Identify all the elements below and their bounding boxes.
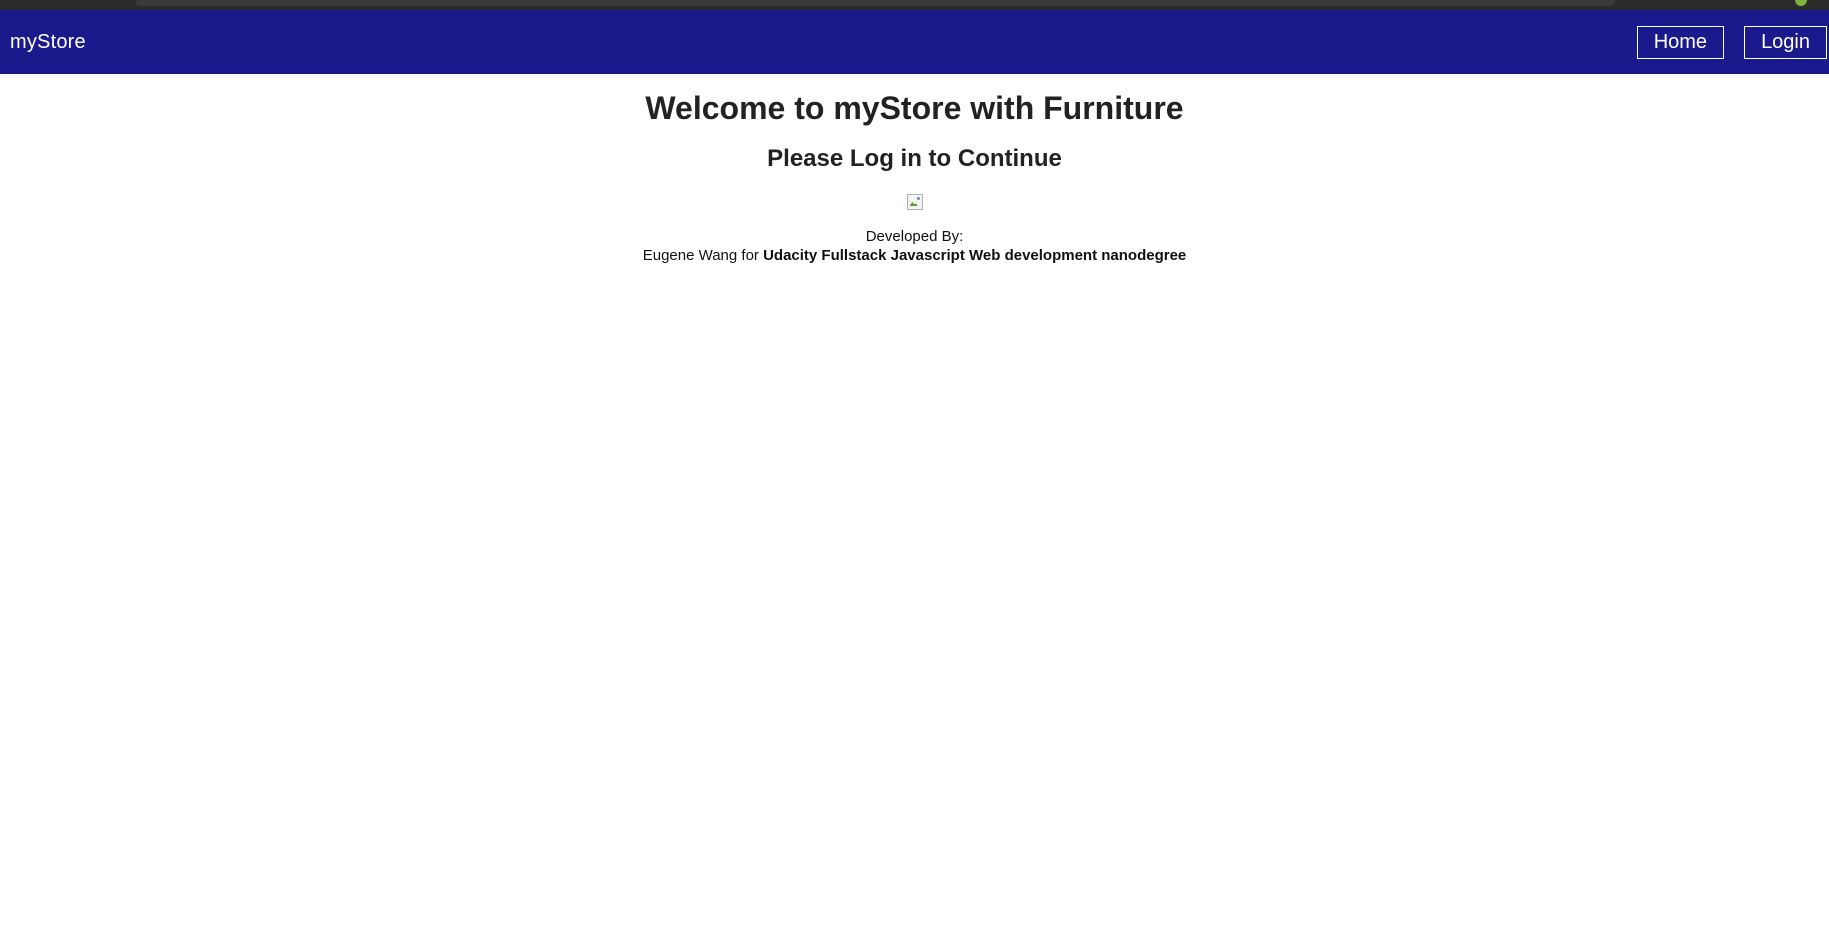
nav-buttons: Home Login xyxy=(1636,25,1827,59)
credits: Developed By: Eugene Wang for Udacity Fu… xyxy=(0,227,1829,265)
navbar: myStore Home Login xyxy=(0,10,1829,74)
browser-profile-icon[interactable] xyxy=(1795,0,1807,6)
browser-address-bar[interactable] xyxy=(135,0,1615,6)
credits-line: Eugene Wang for Udacity Fullstack Javasc… xyxy=(0,246,1829,265)
page-subtitle: Please Log in to Continue xyxy=(767,145,1062,172)
hero-image xyxy=(906,194,923,210)
credits-heading: Developed By: xyxy=(865,228,964,245)
browser-top-strip xyxy=(0,0,1829,10)
main-content: Welcome to myStore with Furniture Please… xyxy=(0,74,1829,265)
credits-program: Udacity Fullstack Javascript Web develop… xyxy=(763,247,1187,264)
home-button[interactable]: Home xyxy=(1636,25,1725,59)
login-button[interactable]: Login xyxy=(1744,25,1827,59)
credits-author: Eugene Wang for xyxy=(642,247,764,264)
page-title: Welcome to myStore with Furniture xyxy=(645,90,1184,126)
brand-logo[interactable]: myStore xyxy=(10,31,86,54)
broken-image-icon xyxy=(906,194,923,210)
